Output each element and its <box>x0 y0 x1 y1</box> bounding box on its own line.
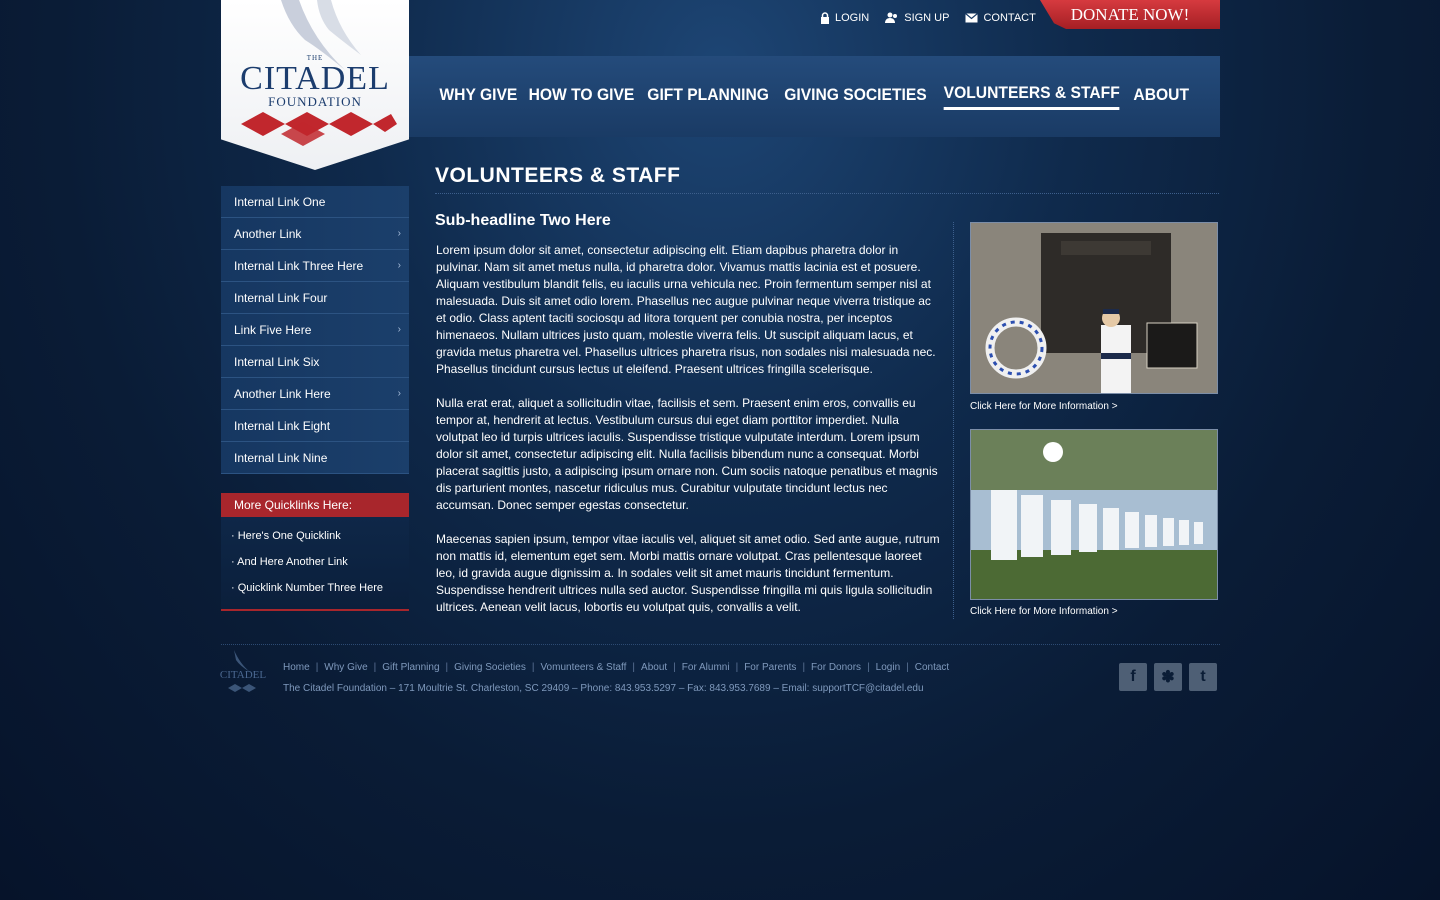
chevron-right-icon: › <box>397 228 401 239</box>
footer-separator: | <box>531 662 535 673</box>
nav-giving-societies[interactable]: GIVING SOCIETIES <box>784 85 927 109</box>
sidebar-item-label: Internal Link Three Here <box>234 258 364 273</box>
nav-gift-planning[interactable]: GIFT PLANNING <box>647 85 769 109</box>
quicklinks-list: · Here's One Quicklink · And Here Anothe… <box>221 517 409 611</box>
login-label: LOGIN <box>835 12 870 24</box>
more-info-link-1[interactable]: Click Here for More Information > <box>970 401 1118 412</box>
footer-address: The Citadel Foundation – 171 Moultrie St… <box>283 683 924 694</box>
more-info-link-2[interactable]: Click Here for More Information > <box>970 606 1118 617</box>
logo-name-text: CITADEL <box>240 60 390 97</box>
chevron-right-icon: › <box>397 260 401 271</box>
footer-link-login[interactable]: Login <box>876 662 900 673</box>
sidebar-item[interactable]: Another Link › <box>221 218 409 250</box>
sidebar-item-label: Internal Link Eight <box>234 418 331 433</box>
footer-link-why-give[interactable]: Why Give <box>324 662 367 673</box>
footer-link-giving-societies[interactable]: Giving Societies <box>454 662 526 673</box>
footer-link-contact[interactable]: Contact <box>915 662 949 673</box>
myspace-icon[interactable]: ✽ <box>1154 663 1182 691</box>
sidebar-item[interactable]: Internal Link Four <box>221 282 409 314</box>
body-text: Lorem ipsum dolor sit amet, consectetur … <box>436 242 942 633</box>
nav-why-give[interactable]: WHY GIVE <box>439 85 517 109</box>
sidebar-item[interactable]: Link Five Here › <box>221 314 409 346</box>
body-paragraph: Lorem ipsum dolor sit amet, consectetur … <box>436 243 936 376</box>
footer-link-gift-planning[interactable]: Gift Planning <box>382 662 439 673</box>
sidebar-nav: Internal Link One Another Link › Internal… <box>221 186 409 474</box>
quicklinks-heading: More Quicklinks Here: <box>221 493 409 517</box>
utility-bar: LOGIN SIGN UP CONTACT <box>820 10 1036 26</box>
login-link[interactable]: LOGIN <box>820 12 869 24</box>
footer-link-for-alumni[interactable]: For Alumni <box>682 662 730 673</box>
footer-logo-text: CITADEL <box>220 669 266 681</box>
signup-link[interactable]: SIGN UP <box>885 12 949 24</box>
footer-separator: | <box>735 662 739 673</box>
donate-now-button[interactable]: DONATE NOW! <box>1040 0 1220 29</box>
column-divider <box>953 222 954 619</box>
title-divider <box>435 193 1219 194</box>
footer-links: Home | Why Give | Gift Planning | Giving So… <box>283 662 949 673</box>
cadets-marching-image <box>971 430 1217 599</box>
footer-link-for-parents[interactable]: For Parents <box>744 662 796 673</box>
contact-link[interactable]: CONTACT <box>965 12 1036 24</box>
sidebar-item[interactable]: Internal Link One <box>221 186 409 218</box>
logo-foundation-text: FOUNDATION <box>268 94 362 109</box>
body-paragraph: Maecenas sapien ipsum, tempor vitae iacu… <box>436 532 940 614</box>
cadets-marching-photo[interactable] <box>970 429 1218 600</box>
signup-label: SIGN UP <box>904 12 950 24</box>
sidebar-item-label: Another Link Here <box>234 386 331 401</box>
footer-separator: | <box>315 662 319 673</box>
main-nav: WHY GIVE HOW TO GIVE GIFT PLANNING GIVIN… <box>409 56 1220 137</box>
quicklink-item[interactable]: · Here's One Quicklink <box>231 517 409 543</box>
memorial-bugler-image <box>971 223 1217 393</box>
chevron-right-icon: › <box>397 324 401 335</box>
facebook-icon[interactable]: f <box>1119 663 1147 691</box>
nav-volunteers-staff[interactable]: VOLUNTEERS & STAFF <box>943 83 1120 110</box>
footer-divider <box>221 644 1220 645</box>
footer-separator: | <box>632 662 636 673</box>
sidebar-item[interactable]: Internal Link Eight <box>221 410 409 442</box>
footer-separator: | <box>673 662 676 673</box>
body-paragraph: Nulla erat erat, aliquet a sollicitudin … <box>436 396 938 512</box>
page-title: VOLUNTEERS & STAFF <box>435 164 681 187</box>
sidebar-item[interactable]: Another Link Here › <box>221 378 409 410</box>
footer-separator: | <box>373 662 377 673</box>
sidebar-item[interactable]: Internal Link Six <box>221 346 409 378</box>
envelope-icon <box>965 13 979 23</box>
citadel-foundation-logo[interactable]: THE CITADEL FOUNDATION <box>221 0 409 170</box>
footer-separator: | <box>445 662 449 673</box>
footer-separator: | <box>867 662 870 673</box>
footer-link-volunteers-staff[interactable]: Vomunteers & Staff <box>540 662 626 673</box>
footer-link-about[interactable]: About <box>641 662 667 673</box>
lock-icon <box>821 12 829 24</box>
footer-separator: | <box>802 662 806 673</box>
sidebar-item-label: Internal Link Four <box>234 290 328 305</box>
quicklink-item[interactable]: · Quicklink Number Three Here <box>231 569 409 595</box>
nav-how-to-give[interactable]: HOW TO GIVE <box>529 85 635 109</box>
sidebar-item[interactable]: Internal Link Nine <box>221 442 409 474</box>
footer-separator: | <box>906 662 909 673</box>
footer-logo-icon[interactable]: CITADEL <box>220 650 266 696</box>
quicklink-item[interactable]: · And Here Another Link <box>231 543 409 569</box>
sidebar-item-label: Link Five Here <box>234 322 312 337</box>
twitter-icon[interactable]: t <box>1189 663 1217 691</box>
footer-link-home[interactable]: Home <box>283 662 310 673</box>
sidebar-item-label: Another Link <box>234 226 302 241</box>
sidebar-item[interactable]: Internal Link Three Here › <box>221 250 409 282</box>
users-icon <box>885 12 898 23</box>
sidebar-item-label: Internal Link Nine <box>234 450 328 465</box>
contact-label: CONTACT <box>983 12 1036 24</box>
sub-headline: Sub-headline Two Here <box>435 212 611 229</box>
chevron-right-icon: › <box>397 388 401 399</box>
memorial-bugler-photo[interactable] <box>970 222 1218 394</box>
nav-about[interactable]: ABOUT <box>1133 85 1189 109</box>
sidebar-item-label: Internal Link Six <box>234 354 320 369</box>
sidebar-item-label: Internal Link One <box>234 194 326 209</box>
footer-link-for-donors[interactable]: For Donors <box>811 662 861 673</box>
